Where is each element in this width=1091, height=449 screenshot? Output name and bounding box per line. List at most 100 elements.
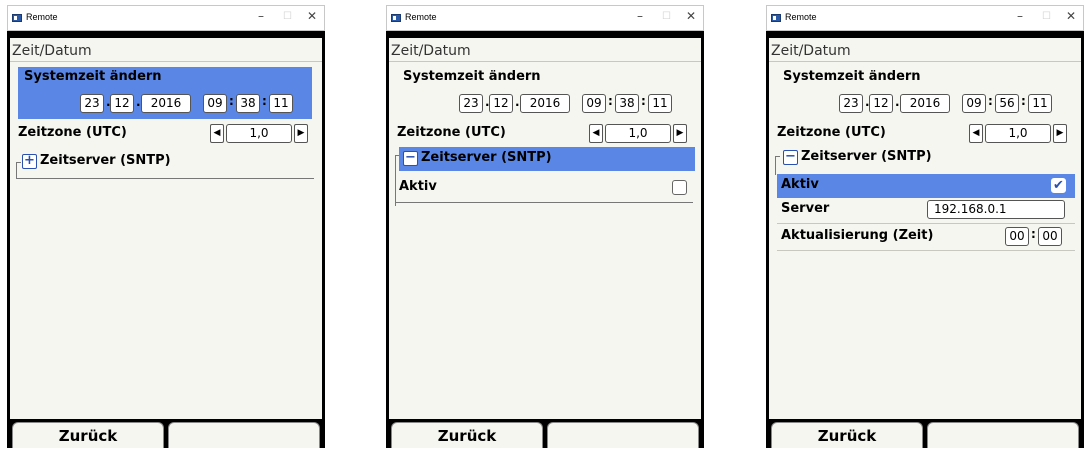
- month-field[interactable]: 12: [110, 94, 134, 113]
- date-separator: .: [515, 95, 520, 109]
- softkey-right[interactable]: [547, 422, 699, 448]
- device-screen: Zeit/Datum Systemzeit ändern 23 . 12 . 2…: [10, 38, 322, 448]
- right-arrow-icon[interactable]: ▶: [1053, 124, 1067, 143]
- timezone-field[interactable]: 1,0: [605, 124, 671, 143]
- hour-field[interactable]: 09: [203, 94, 227, 113]
- server-field[interactable]: 192.168.0.1: [927, 200, 1065, 219]
- aktiv-label: Aktiv: [399, 179, 437, 194]
- footer-bar: Zurück: [389, 419, 701, 448]
- back-button[interactable]: Zurück: [391, 422, 543, 448]
- selection-highlight: [777, 174, 1075, 198]
- time-separator: :: [229, 94, 234, 108]
- app-icon: [12, 14, 22, 22]
- group-bottom-line: [395, 202, 693, 203]
- minimize-button[interactable]: –: [1017, 9, 1023, 23]
- sntp-label[interactable]: Zeitserver (SNTP): [40, 153, 171, 168]
- sntp-label[interactable]: Zeitserver (SNTP): [801, 149, 932, 164]
- device-screen: Zeit/Datum Systemzeit ändern 23 . 12 . 2…: [389, 38, 701, 448]
- month-field[interactable]: 12: [869, 94, 893, 113]
- minimize-button[interactable]: –: [637, 9, 643, 23]
- hour-field[interactable]: 09: [582, 94, 606, 113]
- left-arrow-icon[interactable]: ◀: [210, 124, 224, 143]
- divider: [10, 61, 322, 62]
- close-button[interactable]: ✕: [686, 9, 696, 23]
- systemzeit-label[interactable]: Systemzeit ändern: [783, 69, 921, 84]
- right-arrow-icon[interactable]: ▶: [294, 124, 308, 143]
- day-field[interactable]: 23: [459, 94, 483, 113]
- remote-window-2: Remote – ☐ ✕ Zeit/Datum Systemzeit änder…: [386, 5, 704, 448]
- left-arrow-icon[interactable]: ◀: [589, 124, 603, 143]
- close-button[interactable]: ✕: [307, 9, 317, 23]
- app-icon: [391, 14, 401, 22]
- aktiv-checkbox[interactable]: [672, 180, 687, 195]
- group-bottom-line: [16, 178, 314, 179]
- time-separator: :: [608, 94, 613, 108]
- left-arrow-icon[interactable]: ◀: [969, 124, 983, 143]
- title-bar: Remote – ☐ ✕: [7, 5, 325, 31]
- maximize-button[interactable]: ☐: [283, 11, 292, 22]
- divider: [769, 61, 1081, 62]
- sntp-label[interactable]: Zeitserver (SNTP): [421, 150, 552, 165]
- aktiv-checkbox[interactable]: ✔: [1051, 178, 1066, 193]
- timezone-field[interactable]: 1,0: [985, 124, 1051, 143]
- update-minute-field[interactable]: 00: [1038, 227, 1062, 246]
- minimize-button[interactable]: –: [258, 9, 264, 23]
- timezone-field[interactable]: 1,0: [226, 124, 292, 143]
- update-hour-field[interactable]: 00: [1005, 227, 1029, 246]
- expand-icon[interactable]: +: [22, 154, 37, 169]
- maximize-button[interactable]: ☐: [1042, 11, 1051, 22]
- page-title: Zeit/Datum: [391, 43, 471, 59]
- systemzeit-label[interactable]: Systemzeit ändern: [24, 69, 162, 84]
- second-field[interactable]: 11: [648, 94, 672, 113]
- systemzeit-label[interactable]: Systemzeit ändern: [403, 69, 541, 84]
- date-separator: .: [895, 95, 900, 109]
- date-separator: .: [136, 95, 141, 109]
- group-bracket: [775, 156, 780, 175]
- close-button[interactable]: ✕: [1066, 9, 1076, 23]
- footer-bar: Zurück: [769, 419, 1081, 448]
- minute-field[interactable]: 38: [236, 94, 260, 113]
- time-separator: :: [988, 94, 993, 108]
- device-screen: Zeit/Datum Systemzeit ändern 23 . 12 . 2…: [769, 38, 1081, 448]
- time-separator: :: [1031, 227, 1036, 241]
- title-bar: Remote – ☐ ✕: [386, 5, 704, 31]
- collapse-icon[interactable]: −: [403, 151, 418, 166]
- year-field[interactable]: 2016: [520, 94, 570, 113]
- back-button[interactable]: Zurück: [12, 422, 164, 448]
- day-field[interactable]: 23: [80, 94, 104, 113]
- group-bracket: [16, 162, 21, 179]
- remote-window-3: Remote – ☐ ✕ Zeit/Datum Systemzeit änder…: [766, 5, 1084, 448]
- page-title: Zeit/Datum: [771, 43, 851, 59]
- month-field[interactable]: 12: [489, 94, 513, 113]
- time-separator: :: [1021, 94, 1026, 108]
- second-field[interactable]: 11: [1028, 94, 1052, 113]
- row-divider: [777, 250, 1075, 251]
- row-divider: [777, 223, 1075, 224]
- minute-field[interactable]: 38: [615, 94, 639, 113]
- minute-field[interactable]: 56: [995, 94, 1019, 113]
- second-field[interactable]: 11: [269, 94, 293, 113]
- page-title: Zeit/Datum: [12, 43, 92, 59]
- server-label: Server: [781, 201, 830, 216]
- right-arrow-icon[interactable]: ▶: [673, 124, 687, 143]
- window-title: Remote: [405, 12, 437, 22]
- year-field[interactable]: 2016: [900, 94, 950, 113]
- app-icon: [771, 14, 781, 22]
- year-field[interactable]: 2016: [141, 94, 191, 113]
- timezone-label: Zeitzone (UTC): [18, 125, 127, 140]
- update-interval-label: Aktualisierung (Zeit): [781, 228, 934, 243]
- divider: [389, 61, 701, 62]
- title-bar: Remote – ☐ ✕: [766, 5, 1084, 31]
- softkey-right[interactable]: [168, 422, 320, 448]
- window-title: Remote: [26, 12, 58, 22]
- softkey-right[interactable]: [927, 422, 1079, 448]
- window-title: Remote: [785, 12, 817, 22]
- maximize-button[interactable]: ☐: [662, 11, 671, 22]
- hour-field[interactable]: 09: [962, 94, 986, 113]
- timezone-label: Zeitzone (UTC): [777, 125, 886, 140]
- footer-bar: Zurück: [10, 419, 322, 448]
- day-field[interactable]: 23: [839, 94, 863, 113]
- timezone-label: Zeitzone (UTC): [397, 125, 506, 140]
- collapse-icon[interactable]: −: [783, 150, 798, 165]
- back-button[interactable]: Zurück: [771, 422, 923, 448]
